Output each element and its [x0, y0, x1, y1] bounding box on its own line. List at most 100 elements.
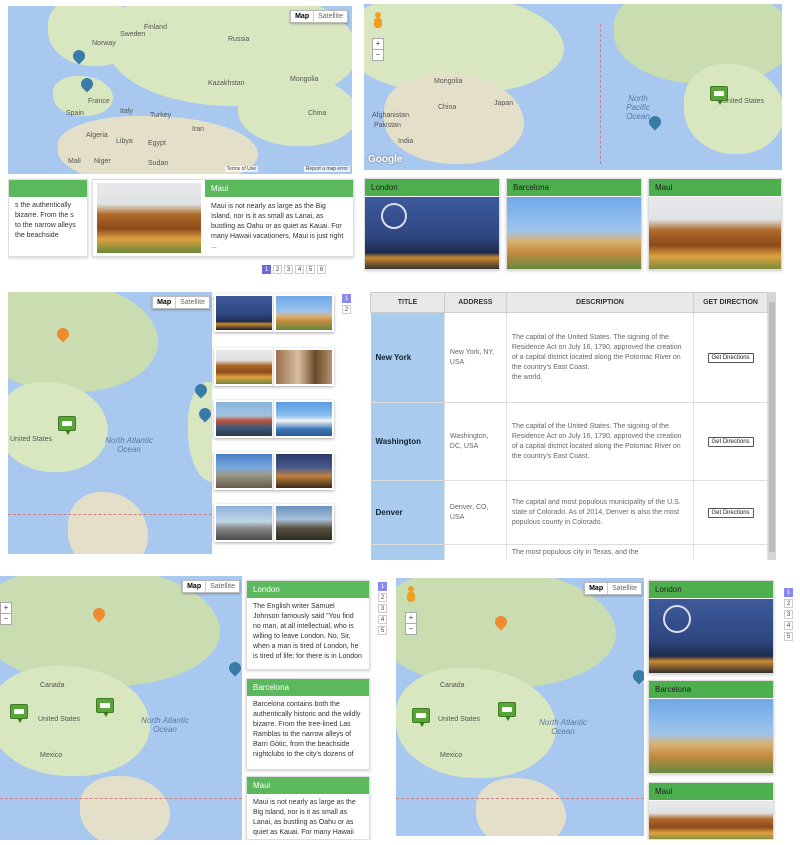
satellite-button[interactable]: Satellite: [607, 583, 641, 594]
card-title: Maui: [649, 179, 781, 196]
google-logo: Google: [368, 154, 403, 165]
bus-marker-icon[interactable]: [96, 698, 114, 717]
north-america-map[interactable]: Canada United States Mexico North Atlant…: [396, 578, 644, 836]
map-label: Niger: [94, 158, 111, 165]
pacific-map[interactable]: Afghanistan Pakistan India China Mongoli…: [364, 4, 782, 170]
page-button[interactable]: 4: [378, 615, 387, 624]
page-button[interactable]: 5: [378, 626, 387, 635]
map-marker-icon[interactable]: [630, 670, 644, 688]
panel-map-with-text-cards: Canada United States Mexico North Atlant…: [0, 576, 392, 840]
thumbnail[interactable]: [274, 400, 334, 438]
map-type-control[interactable]: Map Satellite: [182, 580, 240, 593]
card-maui[interactable]: Maui Maui is not nearly as large as the …: [246, 776, 370, 840]
panel-directions-table: TITLE ADDRESS DESCRIPTION GET DIRECTION …: [370, 292, 776, 560]
page-button[interactable]: 3: [784, 610, 793, 619]
page-button[interactable]: 2: [273, 265, 282, 274]
page-button[interactable]: 5: [306, 265, 315, 274]
tile-london[interactable]: London: [364, 178, 500, 270]
thumbnail[interactable]: [214, 294, 274, 332]
thumbnail[interactable]: [274, 452, 334, 490]
column-header: DESCRIPTION: [505, 292, 695, 313]
card-barcelona[interactable]: Barcelona: [648, 680, 774, 774]
thumbnail[interactable]: [274, 294, 334, 332]
satellite-button[interactable]: Satellite: [175, 297, 209, 308]
satellite-button[interactable]: Satellite: [205, 581, 239, 592]
map-marker-icon[interactable]: [54, 328, 72, 346]
map-marker-icon[interactable]: [226, 662, 242, 680]
card-maui[interactable]: Maui Maui is not nearly as large as the …: [92, 179, 354, 257]
thumbnail[interactable]: [214, 400, 274, 438]
card-maui[interactable]: Maui: [648, 782, 774, 840]
page-button[interactable]: 2: [342, 305, 351, 314]
page-button[interactable]: 2: [378, 593, 387, 602]
card-london[interactable]: London: [648, 580, 774, 674]
card-title: London: [247, 581, 369, 598]
get-directions-button[interactable]: Get Directions: [707, 507, 754, 518]
column-header: GET DIRECTION: [693, 292, 768, 313]
card-barcelona-partial[interactable]: s the authentically bizarre. From the s …: [8, 179, 88, 257]
page-button[interactable]: 3: [284, 265, 293, 274]
map-label: Finland: [144, 24, 167, 31]
get-directions-button[interactable]: Get Directions: [707, 352, 754, 363]
map-button[interactable]: Map: [183, 581, 205, 592]
map-type-control[interactable]: Map Satellite: [290, 10, 348, 23]
zoom-out-button[interactable]: −: [372, 49, 384, 61]
street-view-pegman-icon[interactable]: [373, 12, 383, 30]
table-row: The most populous city in Texas, and the: [370, 544, 768, 560]
map-label: Kazakhstan: [208, 80, 245, 87]
map-button[interactable]: Map: [291, 11, 313, 22]
europe-map[interactable]: Norway Sweden Finland Kazakhstan Mongoli…: [8, 6, 352, 174]
page-button[interactable]: 2: [784, 599, 793, 608]
page-button[interactable]: 1: [378, 582, 387, 591]
map-label: Libya: [116, 138, 133, 145]
bus-marker-icon[interactable]: [10, 704, 28, 723]
page-button[interactable]: 1: [784, 588, 793, 597]
map-label: China: [308, 110, 327, 117]
report-map-error-link[interactable]: Report a map error: [303, 166, 350, 172]
bus-marker-icon[interactable]: [498, 702, 516, 721]
bus-marker-icon[interactable]: [710, 86, 728, 105]
page-button[interactable]: 4: [295, 265, 304, 274]
atlantic-map[interactable]: United States North Atlantic Ocean Map S…: [8, 292, 212, 554]
zoom-out-button[interactable]: −: [0, 613, 12, 625]
satellite-button[interactable]: Satellite: [313, 11, 347, 22]
map-type-control[interactable]: Map Satellite: [584, 582, 642, 595]
bus-marker-icon[interactable]: [412, 708, 430, 727]
row-title: New York: [370, 312, 445, 403]
card-text: Maui is not nearly as large as the Big I…: [211, 203, 344, 250]
terms-of-use-link[interactable]: Terms of Use: [224, 166, 258, 172]
map-marker-icon[interactable]: [492, 616, 510, 634]
map-marker-icon[interactable]: [78, 78, 96, 96]
page-button[interactable]: 1: [262, 265, 271, 274]
scrollbar-thumb[interactable]: [769, 302, 775, 552]
tile-barcelona[interactable]: Barcelona: [506, 178, 642, 270]
map-button[interactable]: Map: [585, 583, 607, 594]
map-label: United States: [438, 716, 481, 723]
page-button[interactable]: 3: [378, 604, 387, 613]
tile-maui[interactable]: Maui: [648, 178, 782, 270]
card-barcelona[interactable]: Barcelona Barcelona contains both the au…: [246, 678, 370, 770]
north-america-map[interactable]: Canada United States Mexico North Atlant…: [0, 576, 242, 840]
map-marker-icon[interactable]: [70, 50, 88, 68]
thumbnail[interactable]: [214, 452, 274, 490]
map-marker-icon[interactable]: [646, 116, 664, 134]
thumbnail[interactable]: [274, 504, 334, 542]
page-button[interactable]: 6: [317, 265, 326, 274]
map-marker-icon[interactable]: [90, 608, 108, 626]
card-london[interactable]: London The English writer Samuel Johnson…: [246, 580, 370, 670]
page-button[interactable]: 1: [342, 294, 351, 303]
map-label: India: [398, 138, 414, 145]
map-label: United States: [38, 716, 81, 723]
map-button[interactable]: Map: [153, 297, 175, 308]
thumbnail[interactable]: [274, 348, 334, 386]
page-button[interactable]: 4: [784, 621, 793, 630]
page-button[interactable]: 5: [784, 632, 793, 641]
get-directions-button[interactable]: Get Directions: [707, 436, 754, 447]
thumbnail[interactable]: [214, 348, 274, 386]
thumbnail[interactable]: [214, 504, 274, 542]
map-type-control[interactable]: Map Satellite: [152, 296, 210, 309]
street-view-pegman-icon[interactable]: [406, 586, 416, 604]
ocean-label: North Atlantic Ocean: [141, 716, 189, 734]
bus-marker-icon[interactable]: [58, 416, 76, 435]
zoom-out-button[interactable]: −: [405, 623, 417, 635]
